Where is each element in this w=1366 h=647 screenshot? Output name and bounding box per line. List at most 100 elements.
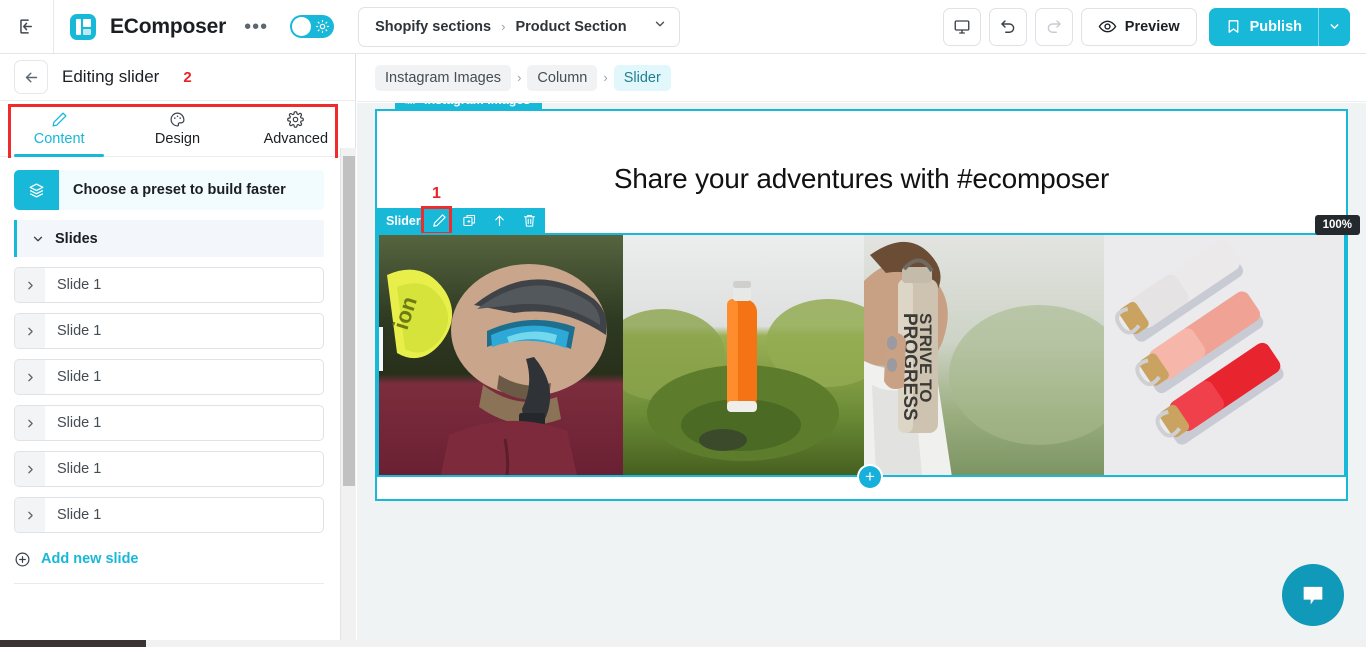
slide-image-cyclist: ion (379, 235, 623, 475)
chat-icon (1303, 586, 1323, 605)
exit-button[interactable] (0, 0, 54, 53)
preset-banner-label: Choose a preset to build faster (73, 182, 286, 198)
slider-slide-2[interactable] (623, 235, 864, 475)
tab-content[interactable]: Content (0, 101, 118, 157)
more-options-button[interactable]: ••• (240, 17, 272, 37)
move-up-element-button[interactable] (485, 208, 515, 233)
slider-prev-button[interactable] (379, 327, 383, 371)
slide-image-orange-bottle (623, 235, 864, 475)
breadcrumb-item-column[interactable]: Column (527, 64, 598, 91)
slider-track: ion STRIVE TO PROGRESS (379, 235, 1344, 475)
layers-icon (14, 170, 59, 210)
palette-icon (169, 110, 186, 128)
slide-image-three-bottles (1104, 235, 1344, 475)
section-instagram-images[interactable]: Instagram Images Share your adventures w… (375, 103, 1348, 501)
arrow-left-icon (25, 72, 37, 82)
undo-icon (1001, 19, 1015, 33)
document-selector[interactable]: Shopify sections › Product Section (358, 6, 681, 47)
list-item-label: Slide 1 (57, 507, 102, 523)
publish-group: Publish (1208, 7, 1350, 46)
chat-button[interactable] (1282, 564, 1344, 626)
section-icon (405, 103, 416, 104)
add-element-button[interactable]: + (859, 466, 881, 488)
annotation-marker-1: 1 (432, 185, 441, 202)
bookmark-icon (1228, 20, 1239, 33)
chevron-right-icon (15, 268, 45, 302)
zoom-level-badge: 100% (1314, 215, 1360, 235)
theme-toggle[interactable] (290, 15, 335, 38)
breadcrumb-item-slider[interactable]: Slider (613, 64, 671, 91)
slide-image-woman-bottle: STRIVE TO PROGRESS (864, 235, 1104, 475)
brand-zone: EComposer ••• (54, 13, 335, 40)
tab-design-label: Design (154, 131, 201, 147)
device-preview-button[interactable] (942, 7, 981, 46)
back-button[interactable] (14, 60, 48, 94)
window-horizontal-scrollbar[interactable] (0, 640, 1366, 647)
tab-advanced[interactable]: Advanced (237, 101, 355, 156)
doc-section-label: Shopify sections (375, 18, 492, 35)
delete-element-button[interactable] (515, 208, 545, 233)
section-label: Instagram Images (424, 103, 530, 107)
list-item[interactable]: Slide 1 (14, 267, 324, 303)
slides-group-header[interactable]: Slides (14, 220, 324, 257)
scrollbar-thumb[interactable] (0, 640, 146, 647)
slides-group-label: Slides (55, 230, 98, 247)
pencil-icon (51, 110, 68, 128)
publish-options-button[interactable] (1318, 7, 1350, 46)
preset-banner[interactable]: Choose a preset to build faster (14, 170, 324, 210)
tab-design[interactable]: Design (118, 101, 236, 156)
exit-icon (20, 19, 33, 34)
doc-page-label: Product Section (515, 18, 627, 35)
arrow-up-icon (495, 215, 505, 227)
chevron-right-icon (15, 498, 45, 532)
sidebar-scrollbar[interactable] (340, 148, 356, 647)
slide-art-2 (623, 235, 864, 475)
list-item[interactable]: Slide 1 (14, 451, 324, 487)
redo-button[interactable] (1034, 7, 1073, 46)
slider-slide-3[interactable]: STRIVE TO PROGRESS (864, 235, 1104, 475)
list-item-label: Slide 1 (57, 461, 102, 477)
plus-circle-icon (15, 552, 30, 566)
list-item[interactable]: Slide 1 (14, 359, 324, 395)
publish-label: Publish (1249, 18, 1302, 35)
chevron-right-icon (15, 314, 45, 348)
add-new-slide-button[interactable]: Add new slide (14, 547, 324, 571)
tab-content-label: Content (33, 131, 85, 147)
eye-icon (1098, 20, 1117, 33)
top-actions: Preview Publish (942, 7, 1366, 46)
doc-separator: › (501, 19, 506, 34)
duplicate-element-button[interactable] (455, 208, 485, 233)
trash-icon (524, 214, 536, 227)
edit-element-button[interactable] (425, 208, 455, 233)
editor-stage: Instagram Images Share your adventures w… (357, 103, 1366, 647)
list-item[interactable]: Slide 1 (14, 313, 324, 349)
breadcrumb: Instagram Images › Column › Slider (357, 54, 1366, 102)
slider-element[interactable]: Slider 1 ion STRIVE TO PROGRESS + (377, 185, 1346, 488)
chevron-down-icon (33, 236, 43, 241)
tab-advanced-label: Advanced (263, 131, 329, 147)
headline-text[interactable]: Share your adventures with #ecomposer (377, 163, 1346, 195)
page-title: Editing slider (62, 67, 160, 86)
panel-tabs-wrap: Content Design Advanced (0, 101, 355, 162)
breadcrumb-item-instagram-images[interactable]: Instagram Images (375, 64, 512, 91)
list-item[interactable]: Slide 1 (14, 497, 324, 533)
canvas-area: Instagram Images › Column › Slider Insta… (357, 54, 1366, 647)
slider-slide-1[interactable]: ion (379, 235, 623, 475)
scrollbar-thumb[interactable] (343, 156, 355, 486)
chevron-down-icon (653, 17, 667, 36)
undo-button[interactable] (988, 7, 1027, 46)
chevron-right-icon (15, 452, 45, 486)
chevron-down-icon (1330, 24, 1339, 29)
publish-button[interactable]: Publish (1208, 7, 1318, 46)
slide-art-4 (1104, 235, 1344, 475)
slide-art-3: STRIVE TO PROGRESS (864, 235, 1104, 475)
slider-slide-4[interactable] (1104, 235, 1344, 475)
pencil-icon (433, 214, 446, 227)
section-label-badge[interactable]: Instagram Images (395, 103, 543, 111)
chevron-right-icon (15, 406, 45, 440)
list-item[interactable]: Slide 1 (14, 405, 324, 441)
gear-icon (287, 110, 305, 128)
panel-header: Editing slider 2 (0, 54, 355, 101)
preview-button[interactable]: Preview (1080, 7, 1197, 46)
panel-tabs: Content Design Advanced (0, 101, 355, 157)
